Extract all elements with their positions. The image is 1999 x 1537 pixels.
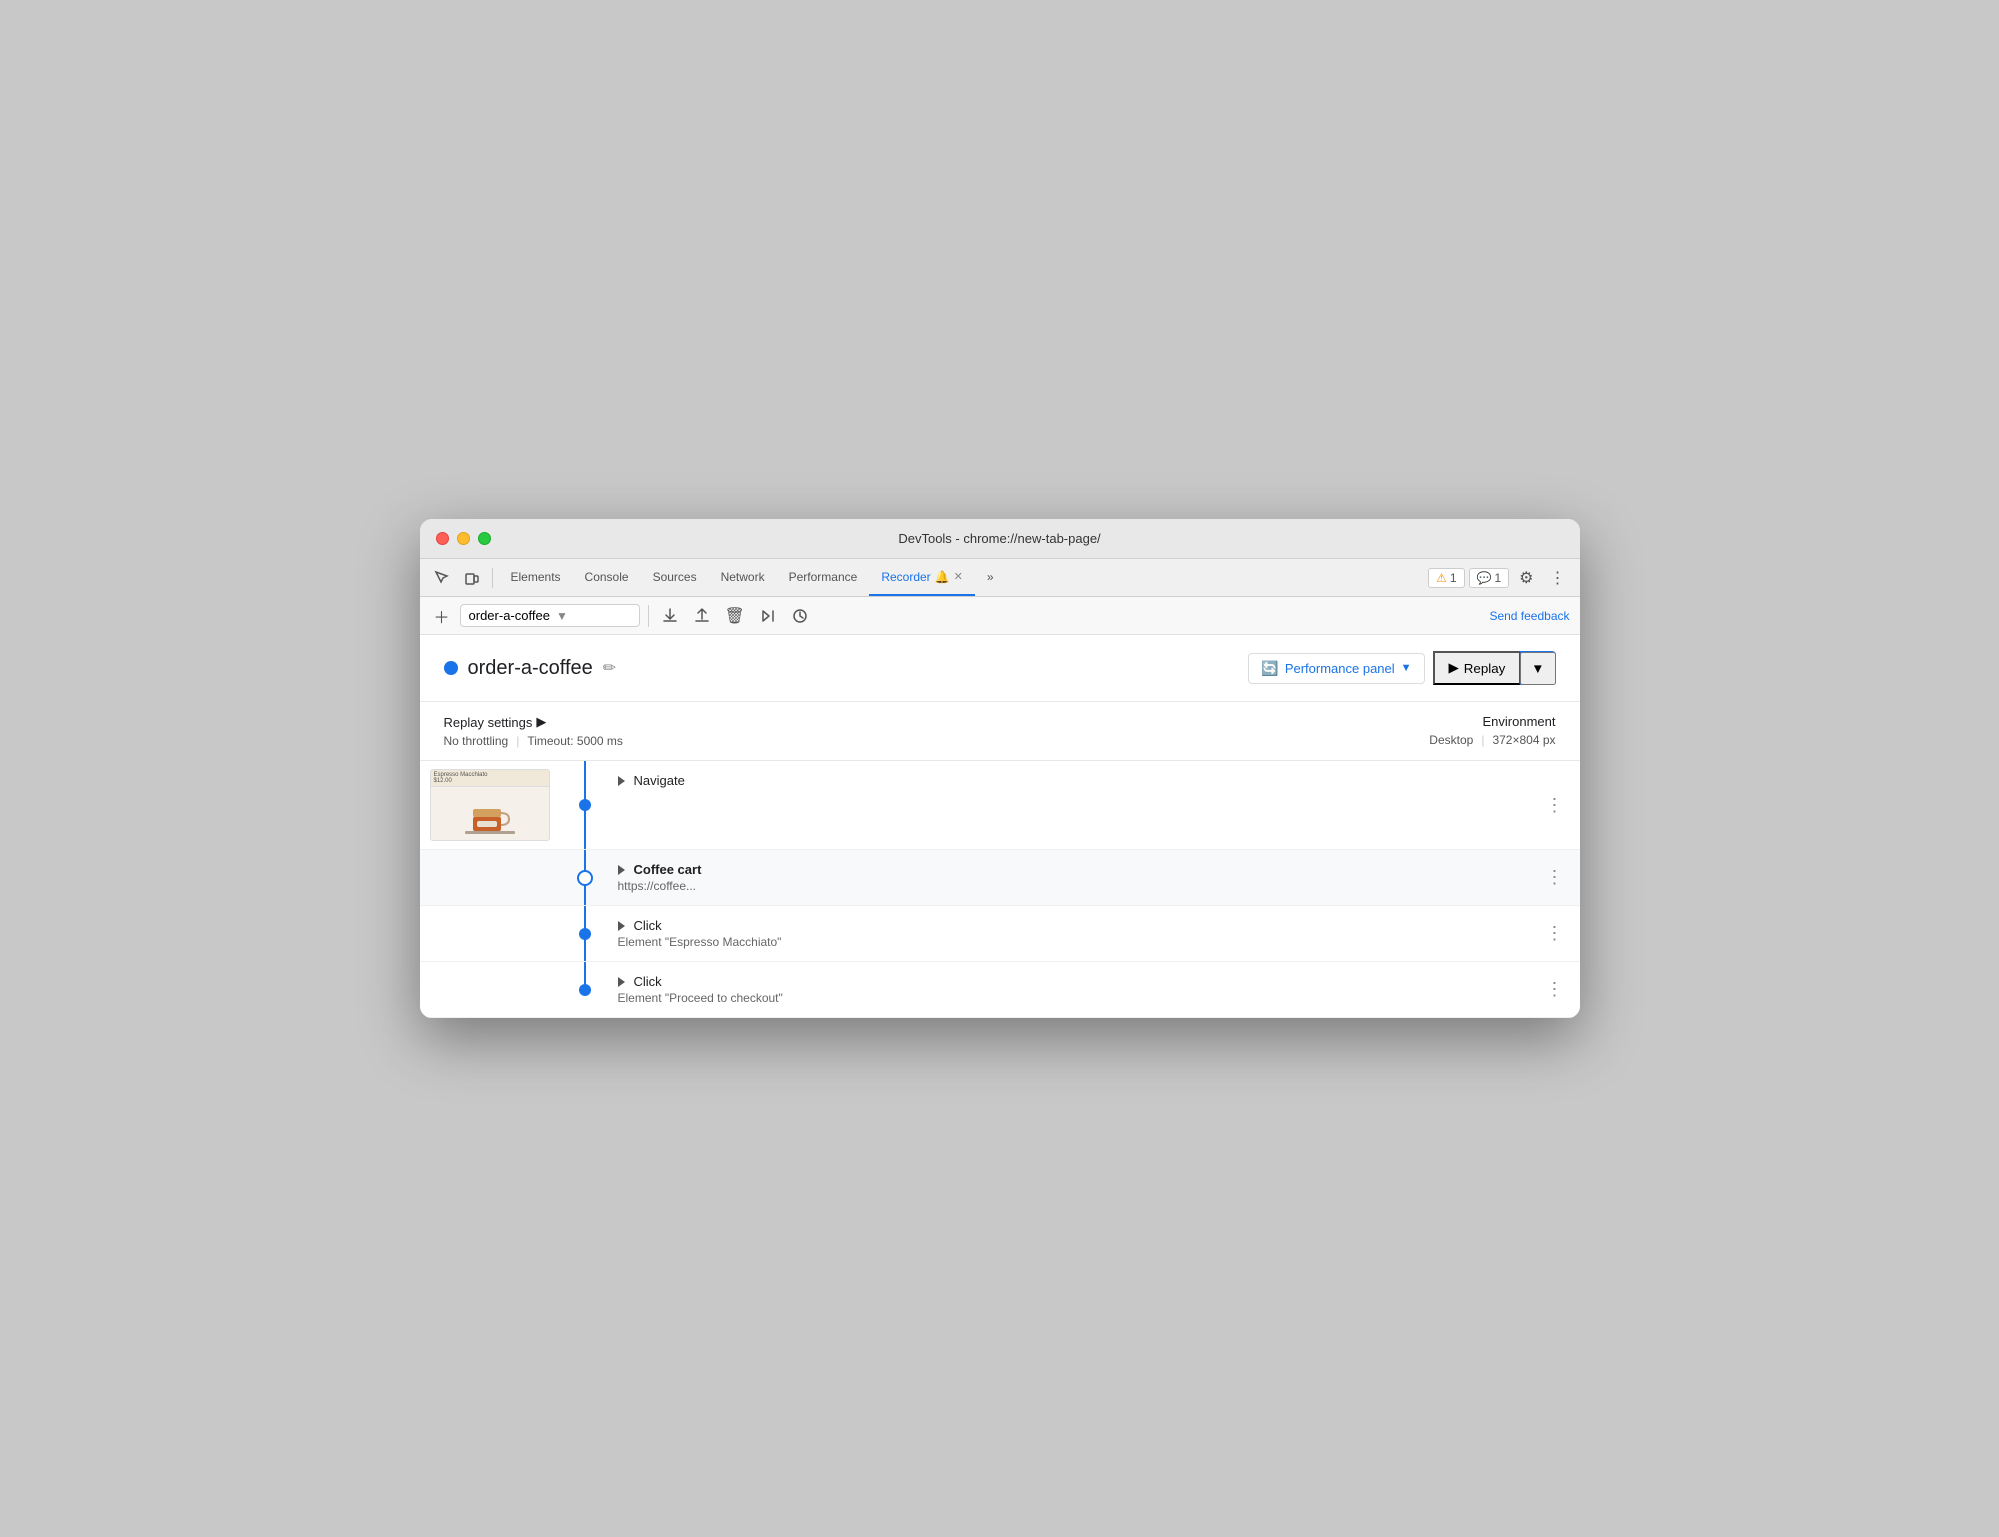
step-title-click-1: Click — [618, 918, 1530, 933]
maximize-button[interactable] — [478, 532, 491, 545]
replay-dropdown-button[interactable]: ▼ — [1520, 652, 1555, 685]
traffic-lights — [436, 532, 491, 545]
tab-elements[interactable]: Elements — [499, 559, 573, 596]
step-through-icon[interactable] — [755, 603, 781, 629]
settings-section: Replay settings ▶ No throttling | Timeou… — [420, 702, 1580, 761]
expand-icon-4 — [618, 977, 625, 987]
tab-sources[interactable]: Sources — [641, 559, 709, 596]
env-title: Environment — [1429, 714, 1555, 729]
toolbar-sep-1 — [648, 605, 649, 627]
devtools-nav: Elements Console Sources Network Perform… — [420, 559, 1580, 597]
env-values: Desktop | 372×804 px — [1429, 733, 1555, 747]
tab-console[interactable]: Console — [573, 559, 641, 596]
replay-settings-title[interactable]: Replay settings ▶ — [444, 714, 623, 730]
import-icon[interactable] — [689, 603, 715, 629]
thumbnail-image: Espresso Macchiato$12.00 — [430, 769, 550, 841]
step-title-click-2: Click — [618, 974, 1530, 989]
step-title-coffee: Coffee cart — [618, 862, 1530, 877]
minimize-button[interactable] — [457, 532, 470, 545]
timeline-dot-4 — [579, 984, 591, 996]
step-subtitle-click-1: Element "Espresso Macchiato" — [618, 935, 1530, 949]
main-content: order-a-coffee ✏ 🔄 Performance panel ▼ ▶… — [420, 635, 1580, 1018]
timeline-click-1 — [560, 906, 610, 961]
steps-area: Espresso Macchiato$12.00 — [420, 761, 1580, 1018]
step-subtitle-click-2: Element "Proceed to checkout" — [618, 991, 1530, 1005]
tab-more[interactable]: » — [975, 559, 1006, 596]
replay-settings: Replay settings ▶ No throttling | Timeou… — [444, 714, 623, 748]
title-bar: DevTools - chrome://new-tab-page/ — [420, 519, 1580, 559]
step-content-navigate[interactable]: Navigate — [610, 761, 1538, 849]
settings-expand-icon: ▶ — [536, 714, 546, 730]
tab-performance[interactable]: Performance — [777, 559, 870, 596]
expand-icon-3 — [618, 921, 625, 931]
tab-close-icon[interactable]: ✕ — [954, 570, 963, 583]
step-row-click-checkout: Click Element "Proceed to checkout" ⋮ — [420, 962, 1580, 1018]
timeline-click-2 — [560, 962, 610, 1017]
window-title: DevTools - chrome://new-tab-page/ — [898, 531, 1100, 546]
edit-title-icon[interactable]: ✏ — [603, 658, 616, 678]
more-options-icon[interactable]: ⋮ — [1544, 564, 1572, 592]
performance-panel-button[interactable]: 🔄 Performance panel ▼ — [1248, 653, 1424, 684]
recording-header: order-a-coffee ✏ 🔄 Performance panel ▼ ▶… — [420, 635, 1580, 702]
step-subtitle-coffee: https://coffee... — [618, 879, 1530, 893]
step-menu-click-2[interactable]: ⋮ — [1538, 975, 1572, 1004]
expand-icon-2 — [618, 865, 625, 875]
nav-tabs: Elements Console Sources Network Perform… — [499, 559, 1427, 596]
step-menu-click-1[interactable]: ⋮ — [1538, 919, 1572, 948]
warning-icon: ⚠ — [1436, 571, 1447, 585]
step-thumbnail-navigate: Espresso Macchiato$12.00 — [420, 761, 560, 849]
recording-title: order-a-coffee — [468, 657, 593, 680]
recording-status-dot — [444, 661, 458, 675]
warnings-badge[interactable]: ⚠ 1 — [1428, 568, 1464, 588]
devtools-window: DevTools - chrome://new-tab-page/ Elemen… — [420, 519, 1580, 1018]
environment-settings: Environment Desktop | 372×804 px — [1429, 714, 1555, 748]
step-menu-navigate[interactable]: ⋮ — [1538, 791, 1572, 820]
messages-badge[interactable]: 💬 1 — [1469, 568, 1510, 588]
step-thumbnail-empty — [420, 850, 560, 905]
nav-right: ⚠ 1 💬 1 ⚙ ⋮ — [1428, 564, 1571, 592]
perf-icon: 🔄 — [1261, 660, 1278, 677]
step-row-navigate: Espresso Macchiato$12.00 — [420, 761, 1580, 850]
step-row-coffee-cart: Coffee cart https://coffee... ⋮ Add step… — [420, 850, 1580, 906]
replay-main-button[interactable]: ▶ Replay — [1433, 651, 1521, 685]
send-feedback-link[interactable]: Send feedback — [1489, 609, 1569, 623]
settings-values: No throttling | Timeout: 5000 ms — [444, 734, 623, 748]
device-toolbar-icon[interactable] — [458, 566, 486, 590]
step-menu-coffee[interactable]: ⋮ — [1538, 863, 1572, 892]
step-content-click-1[interactable]: Click Element "Espresso Macchiato" — [610, 906, 1538, 961]
step-title-navigate: Navigate — [618, 773, 1530, 788]
expand-icon — [618, 776, 625, 786]
export-icon[interactable] — [657, 603, 683, 629]
step-content-coffee[interactable]: Coffee cart https://coffee... — [610, 850, 1538, 905]
timeline-dot — [579, 799, 591, 811]
timeline-dot-outline — [577, 870, 593, 886]
toolbar: ＋ order-a-coffee ▼ 🗑 Se — [420, 597, 1580, 635]
nav-sep-1 — [492, 568, 493, 588]
dropdown-icon[interactable]: ▼ — [556, 609, 568, 623]
replay-play-icon: ▶ — [1449, 660, 1459, 676]
timeline-dot-3 — [579, 928, 591, 940]
timeline-navigate — [560, 761, 610, 849]
tab-recorder[interactable]: Recorder 🔔 ✕ — [869, 559, 975, 596]
new-recording-icon[interactable]: ＋ — [430, 600, 454, 632]
step-content-click-2[interactable]: Click Element "Proceed to checkout" — [610, 962, 1538, 1017]
message-icon: 💬 — [1477, 571, 1492, 585]
perf-dropdown-icon[interactable]: ▼ — [1401, 662, 1412, 674]
replay-button-group: ▶ Replay ▼ — [1433, 651, 1556, 685]
step-row-click-espresso: Click Element "Espresso Macchiato" ⋮ — [420, 906, 1580, 962]
tab-network[interactable]: Network — [709, 559, 777, 596]
delete-icon[interactable]: 🗑 — [721, 602, 749, 630]
timeline-coffee-cart — [560, 850, 610, 905]
header-actions: 🔄 Performance panel ▼ ▶ Replay ▼ — [1248, 651, 1555, 685]
recording-name-field[interactable]: order-a-coffee ▼ — [460, 604, 640, 627]
settings-icon[interactable]: ⚙ — [1513, 564, 1539, 592]
close-button[interactable] — [436, 532, 449, 545]
slow-replay-icon[interactable] — [787, 603, 813, 629]
inspect-icon[interactable] — [428, 566, 456, 590]
